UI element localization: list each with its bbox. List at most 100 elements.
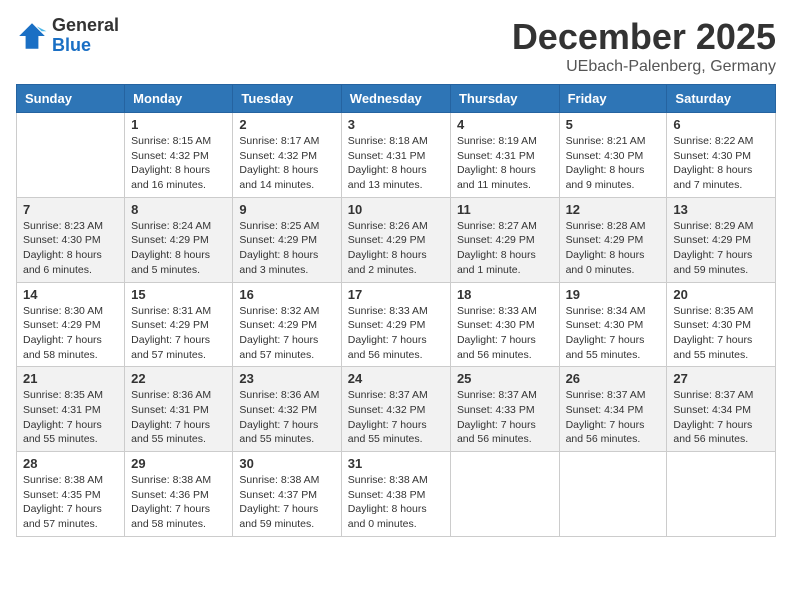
day-info: Sunrise: 8:24 AMSunset: 4:29 PMDaylight:…	[131, 219, 226, 278]
day-number: 24	[348, 371, 444, 386]
day-number: 6	[673, 117, 769, 132]
day-number: 23	[239, 371, 334, 386]
calendar-cell: 21 Sunrise: 8:35 AMSunset: 4:31 PMDayligh…	[17, 367, 125, 452]
calendar-cell: 26Sunrise: 8:37 AMSunset: 4:34 PMDayligh…	[559, 367, 667, 452]
day-info: Sunrise: 8:38 AMSunset: 4:38 PMDaylight:…	[348, 473, 444, 532]
calendar-cell: 8 Sunrise: 8:24 AMSunset: 4:29 PMDaylight…	[125, 197, 233, 282]
weekday-header: Sunday	[17, 85, 125, 113]
day-info: Sunrise: 8:38 AMSunset: 4:35 PMDaylight:…	[23, 473, 118, 532]
day-info: Sunrise: 8:33 AMSunset: 4:30 PMDaylight:…	[457, 304, 553, 363]
day-info: Sunrise: 8:36 AMSunset: 4:31 PMDaylight:…	[131, 388, 226, 447]
calendar-cell: 22 Sunrise: 8:36 AMSunset: 4:31 PMDayligh…	[125, 367, 233, 452]
day-number: 27	[673, 371, 769, 386]
day-number: 31	[348, 456, 444, 471]
title-section: December 2025 UEbach-Palenberg, Germany	[512, 16, 776, 76]
day-number: 21	[23, 371, 118, 386]
day-info: Sunrise: 8:19 AMSunset: 4:31 PMDaylight:…	[457, 134, 553, 193]
weekday-header: Thursday	[450, 85, 559, 113]
day-number: 17	[348, 287, 444, 302]
logo-text: General Blue	[52, 16, 119, 56]
calendar-cell: 25Sunrise: 8:37 AMSunset: 4:33 PMDayligh…	[450, 367, 559, 452]
day-number: 3	[348, 117, 444, 132]
calendar-cell: 31 Sunrise: 8:38 AMSunset: 4:38 PMDayligh…	[341, 452, 450, 537]
day-info: Sunrise: 8:23 AMSunset: 4:30 PMDaylight:…	[23, 219, 118, 278]
calendar-cell: 29Sunrise: 8:38 AMSunset: 4:36 PMDayligh…	[125, 452, 233, 537]
day-number: 1	[131, 117, 226, 132]
day-number: 30	[239, 456, 334, 471]
calendar-cell: 5 Sunrise: 8:21 AMSunset: 4:30 PMDaylight…	[559, 113, 667, 198]
day-number: 28	[23, 456, 118, 471]
day-info: Sunrise: 8:31 AMSunset: 4:29 PMDaylight:…	[131, 304, 226, 363]
day-info: Sunrise: 8:33 AMSunset: 4:29 PMDaylight:…	[348, 304, 444, 363]
weekday-header: Saturday	[667, 85, 776, 113]
calendar-week-row: 7 Sunrise: 8:23 AMSunset: 4:30 PMDaylight…	[17, 197, 776, 282]
calendar-cell: 10Sunrise: 8:26 AMSunset: 4:29 PMDayligh…	[341, 197, 450, 282]
calendar-cell: 24 Sunrise: 8:37 AMSunset: 4:32 PMDayligh…	[341, 367, 450, 452]
day-info: Sunrise: 8:28 AMSunset: 4:29 PMDaylight:…	[566, 219, 661, 278]
day-number: 14	[23, 287, 118, 302]
day-info: Sunrise: 8:22 AMSunset: 4:30 PMDaylight:…	[673, 134, 769, 193]
calendar-cell: 12 Sunrise: 8:28 AMSunset: 4:29 PMDayligh…	[559, 197, 667, 282]
day-info: Sunrise: 8:27 AMSunset: 4:29 PMDaylight:…	[457, 219, 553, 278]
calendar-cell: 1Sunrise: 8:15 AMSunset: 4:32 PMDaylight…	[125, 113, 233, 198]
calendar-cell	[450, 452, 559, 537]
day-info: Sunrise: 8:37 AMSunset: 4:32 PMDaylight:…	[348, 388, 444, 447]
calendar-cell: 23 Sunrise: 8:36 AMSunset: 4:32 PMDayligh…	[233, 367, 341, 452]
day-number: 11	[457, 202, 553, 217]
day-number: 5	[566, 117, 661, 132]
day-info: Sunrise: 8:30 AMSunset: 4:29 PMDaylight:…	[23, 304, 118, 363]
calendar-cell: 30Sunrise: 8:38 AMSunset: 4:37 PMDayligh…	[233, 452, 341, 537]
logo-general: General	[52, 16, 119, 36]
calendar-cell: 16Sunrise: 8:32 AMSunset: 4:29 PMDayligh…	[233, 282, 341, 367]
day-number: 4	[457, 117, 553, 132]
calendar-cell	[17, 113, 125, 198]
day-number: 19	[566, 287, 661, 302]
day-number: 15	[131, 287, 226, 302]
day-number: 20	[673, 287, 769, 302]
day-number: 22	[131, 371, 226, 386]
calendar-cell	[559, 452, 667, 537]
calendar-week-row: 28 Sunrise: 8:38 AMSunset: 4:35 PMDayligh…	[17, 452, 776, 537]
day-number: 13	[673, 202, 769, 217]
weekday-header: Wednesday	[341, 85, 450, 113]
calendar-cell: 3 Sunrise: 8:18 AMSunset: 4:31 PMDaylight…	[341, 113, 450, 198]
day-info: Sunrise: 8:29 AMSunset: 4:29 PMDaylight:…	[673, 219, 769, 278]
calendar-cell: 28 Sunrise: 8:38 AMSunset: 4:35 PMDayligh…	[17, 452, 125, 537]
day-info: Sunrise: 8:35 AMSunset: 4:30 PMDaylight:…	[673, 304, 769, 363]
calendar-week-row: 14 Sunrise: 8:30 AMSunset: 4:29 PMDayligh…	[17, 282, 776, 367]
weekday-header: Friday	[559, 85, 667, 113]
day-number: 16	[239, 287, 334, 302]
month-title: December 2025	[512, 16, 776, 58]
calendar-cell	[667, 452, 776, 537]
calendar-cell: 6 Sunrise: 8:22 AMSunset: 4:30 PMDaylight…	[667, 113, 776, 198]
day-number: 26	[566, 371, 661, 386]
calendar-cell: 7 Sunrise: 8:23 AMSunset: 4:30 PMDaylight…	[17, 197, 125, 282]
day-number: 18	[457, 287, 553, 302]
page-header: General Blue December 2025 UEbach-Palenb…	[16, 16, 776, 76]
day-number: 29	[131, 456, 226, 471]
calendar-cell: 9 Sunrise: 8:25 AMSunset: 4:29 PMDaylight…	[233, 197, 341, 282]
day-info: Sunrise: 8:21 AMSunset: 4:30 PMDaylight:…	[566, 134, 661, 193]
calendar-week-row: 21 Sunrise: 8:35 AMSunset: 4:31 PMDayligh…	[17, 367, 776, 452]
calendar-cell: 15 Sunrise: 8:31 AMSunset: 4:29 PMDayligh…	[125, 282, 233, 367]
day-info: Sunrise: 8:17 AMSunset: 4:32 PMDaylight:…	[239, 134, 334, 193]
day-number: 25	[457, 371, 553, 386]
day-info: Sunrise: 8:25 AMSunset: 4:29 PMDaylight:…	[239, 219, 334, 278]
calendar-cell: 20 Sunrise: 8:35 AMSunset: 4:30 PMDayligh…	[667, 282, 776, 367]
day-info: Sunrise: 8:18 AMSunset: 4:31 PMDaylight:…	[348, 134, 444, 193]
calendar-table: SundayMondayTuesdayWednesdayThursdayFrid…	[16, 84, 776, 537]
calendar-cell: 17 Sunrise: 8:33 AMSunset: 4:29 PMDayligh…	[341, 282, 450, 367]
weekday-header: Tuesday	[233, 85, 341, 113]
day-number: 12	[566, 202, 661, 217]
day-number: 10	[348, 202, 444, 217]
day-info: Sunrise: 8:35 AMSunset: 4:31 PMDaylight:…	[23, 388, 118, 447]
weekday-header: Monday	[125, 85, 233, 113]
day-number: 7	[23, 202, 118, 217]
day-info: Sunrise: 8:36 AMSunset: 4:32 PMDaylight:…	[239, 388, 334, 447]
location: UEbach-Palenberg, Germany	[512, 58, 776, 76]
logo-icon	[16, 20, 48, 52]
day-number: 8	[131, 202, 226, 217]
logo-blue: Blue	[52, 36, 119, 56]
day-number: 9	[239, 202, 334, 217]
calendar-cell: 11 Sunrise: 8:27 AMSunset: 4:29 PMDayligh…	[450, 197, 559, 282]
